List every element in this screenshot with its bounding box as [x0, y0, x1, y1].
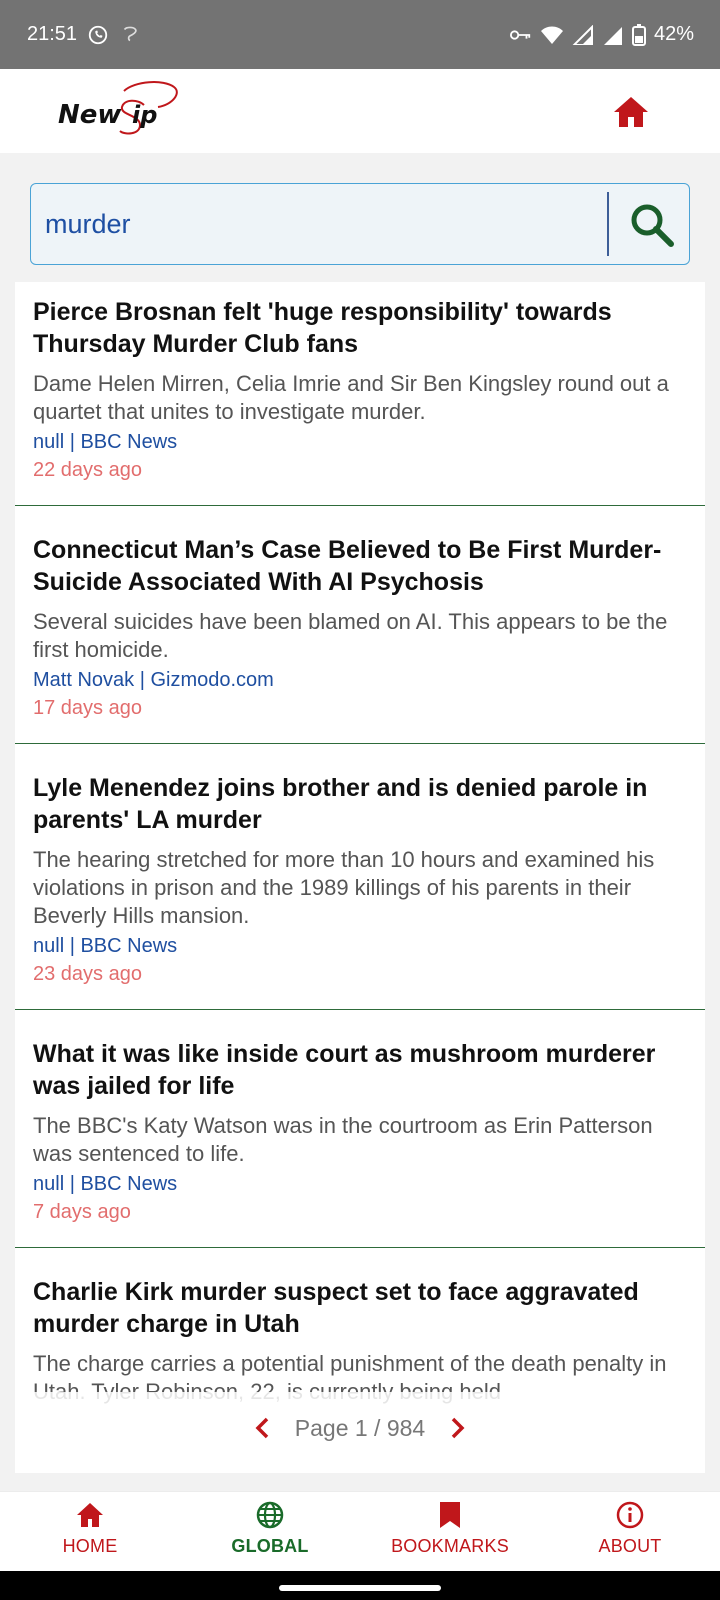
- article-source: null | BBC News: [33, 935, 178, 957]
- nav-global[interactable]: GLOBAL: [180, 1492, 360, 1571]
- nav-home[interactable]: HOME: [0, 1492, 180, 1571]
- nav-label-about: ABOUT: [598, 1536, 662, 1556]
- article-card[interactable]: Connecticut Man’s Case Believed to Be Fi…: [15, 520, 705, 744]
- page-indicator: Page 1 / 984: [294, 1414, 426, 1441]
- battery-icon: [631, 23, 646, 46]
- globe-icon: [255, 1500, 285, 1530]
- search-bar: [30, 183, 690, 265]
- article-time: 17 days ago: [33, 697, 142, 719]
- search-divider: [607, 192, 609, 256]
- next-page-button[interactable]: [445, 1413, 471, 1443]
- nav-bookmarks[interactable]: BOOKMARKS: [360, 1492, 540, 1571]
- article-list[interactable]: Pierce Brosnan felt 'huge responsibility…: [15, 282, 705, 1473]
- nav-label-home: HOME: [62, 1536, 118, 1556]
- chevron-left-icon: [255, 1417, 269, 1439]
- article-time: 22 days ago: [33, 459, 142, 481]
- article-source: null | BBC News: [33, 1173, 178, 1195]
- search-input[interactable]: [45, 204, 615, 244]
- article-source: Matt Novak | Gizmodo.com: [33, 669, 274, 691]
- wifi-icon: [540, 25, 564, 45]
- home-icon: [75, 1500, 105, 1530]
- article-title[interactable]: Connecticut Man’s Case Believed to Be Fi…: [33, 534, 687, 598]
- search-button[interactable]: [625, 198, 679, 252]
- prev-page-button[interactable]: [249, 1413, 275, 1443]
- svg-text:ip: ip: [132, 101, 157, 129]
- article-source: null | BBC News: [33, 431, 178, 453]
- info-icon: [615, 1500, 645, 1530]
- vpn-key-icon: [509, 28, 532, 42]
- article-description: Dame Helen Mirren, Celia Imrie and Sir B…: [33, 371, 669, 424]
- status-time: 21:51: [27, 23, 78, 45]
- app-bar: New ip: [0, 69, 720, 153]
- app-logo[interactable]: New ip: [58, 75, 184, 151]
- article-title[interactable]: Charlie Kirk murder suspect set to face …: [33, 1276, 687, 1340]
- chevron-right-icon: [451, 1417, 465, 1439]
- notification-icon: [119, 24, 141, 46]
- whatsapp-icon: [87, 24, 109, 46]
- battery-percent: 42%: [653, 23, 694, 45]
- gesture-handle[interactable]: [279, 1585, 441, 1591]
- signal-icon: [572, 24, 594, 45]
- search-icon: [631, 204, 674, 247]
- bottom-nav: HOME GLOBAL BOOKMARKS ABOUT: [0, 1491, 720, 1571]
- article-title[interactable]: Pierce Brosnan felt 'huge responsibility…: [33, 296, 687, 360]
- bookmark-icon: [435, 1500, 465, 1530]
- signal-icon: [602, 25, 624, 45]
- status-bar: 21:51 42%: [0, 0, 720, 69]
- pagination: Page 1 / 984: [15, 1392, 705, 1464]
- article-card[interactable]: What it was like inside court as mushroo…: [15, 1024, 705, 1248]
- home-icon[interactable]: [612, 95, 650, 129]
- article-description: Several suicides have been blamed on AI.…: [33, 609, 668, 662]
- nav-label-global: GLOBAL: [231, 1536, 309, 1556]
- article-description: The hearing stretched for more than 10 h…: [33, 847, 655, 928]
- article-card[interactable]: Pierce Brosnan felt 'huge responsibility…: [15, 282, 705, 506]
- article-title[interactable]: What it was like inside court as mushroo…: [33, 1038, 687, 1102]
- article-time: 7 days ago: [33, 1201, 131, 1223]
- nav-about[interactable]: ABOUT: [540, 1492, 720, 1571]
- svg-text:New: New: [58, 100, 122, 130]
- nav-label-bookmarks: BOOKMARKS: [391, 1536, 509, 1556]
- article-description: The BBC's Katy Watson was in the courtro…: [33, 1113, 653, 1166]
- article-time: 23 days ago: [33, 963, 142, 985]
- article-card[interactable]: Lyle Menendez joins brother and is denie…: [15, 758, 705, 1010]
- article-title[interactable]: Lyle Menendez joins brother and is denie…: [33, 772, 687, 836]
